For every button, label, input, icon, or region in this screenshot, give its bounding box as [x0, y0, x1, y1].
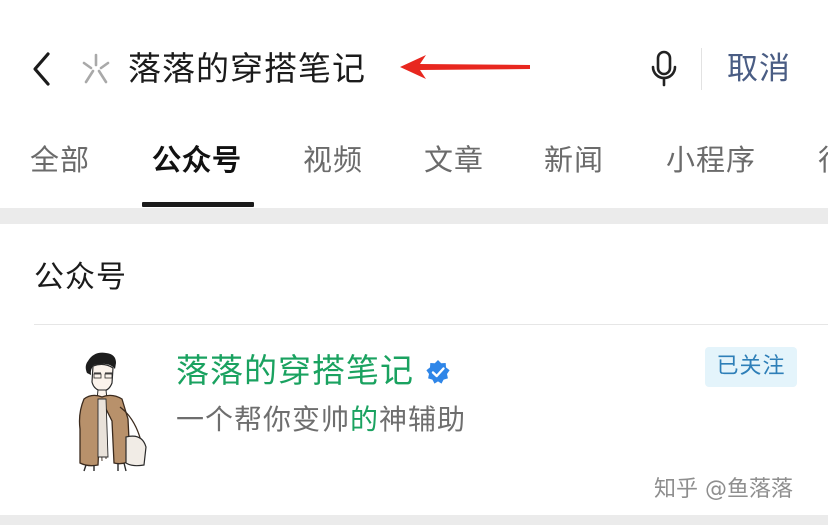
cancel-button[interactable]: 取消 — [727, 48, 791, 90]
section-separator — [0, 208, 828, 224]
search-spark-icon — [82, 53, 110, 84]
tab-all[interactable]: 全部 — [30, 140, 90, 180]
account-avatar — [78, 352, 147, 472]
description-text-end: 神辅助 — [379, 403, 467, 436]
tab-mini-programs[interactable]: 小程序 — [666, 140, 756, 180]
followed-badge[interactable]: 已关注 — [705, 347, 797, 387]
back-button[interactable] — [26, 48, 60, 90]
section-title: 公众号 — [34, 260, 127, 295]
search-category-tabs: 全部 公众号 视频 文章 新闻 小程序 行 — [0, 112, 828, 208]
description-highlight: 的 — [350, 403, 380, 436]
chevron-left-icon — [33, 52, 50, 86]
account-description: 一个帮你变帅的神辅助 — [176, 401, 466, 439]
tab-official-accounts[interactable]: 公众号 — [152, 140, 242, 180]
description-text: 一个帮你变帅 — [176, 403, 351, 436]
account-name: 落落的穿搭笔记 — [176, 351, 414, 390]
search-bar-divider — [701, 48, 702, 90]
watermark: 知乎 @鱼落落 — [654, 477, 793, 502]
voice-input-button[interactable] — [648, 48, 680, 90]
verified-check-icon — [426, 360, 450, 384]
tab-more[interactable]: 行 — [818, 140, 828, 180]
active-tab-indicator — [142, 202, 254, 207]
tab-videos[interactable]: 视频 — [303, 140, 363, 180]
search-bar: 落落的穿搭笔记 取消 — [0, 0, 828, 113]
search-input[interactable]: 落落的穿搭笔记 — [76, 40, 636, 98]
bottom-separator — [0, 515, 828, 525]
tab-articles[interactable]: 文章 — [424, 140, 484, 180]
annotation-arrow — [400, 55, 530, 79]
tab-news[interactable]: 新闻 — [544, 140, 604, 180]
search-query-text: 落落的穿搭笔记 — [128, 49, 366, 88]
microphone-icon — [651, 50, 677, 87]
